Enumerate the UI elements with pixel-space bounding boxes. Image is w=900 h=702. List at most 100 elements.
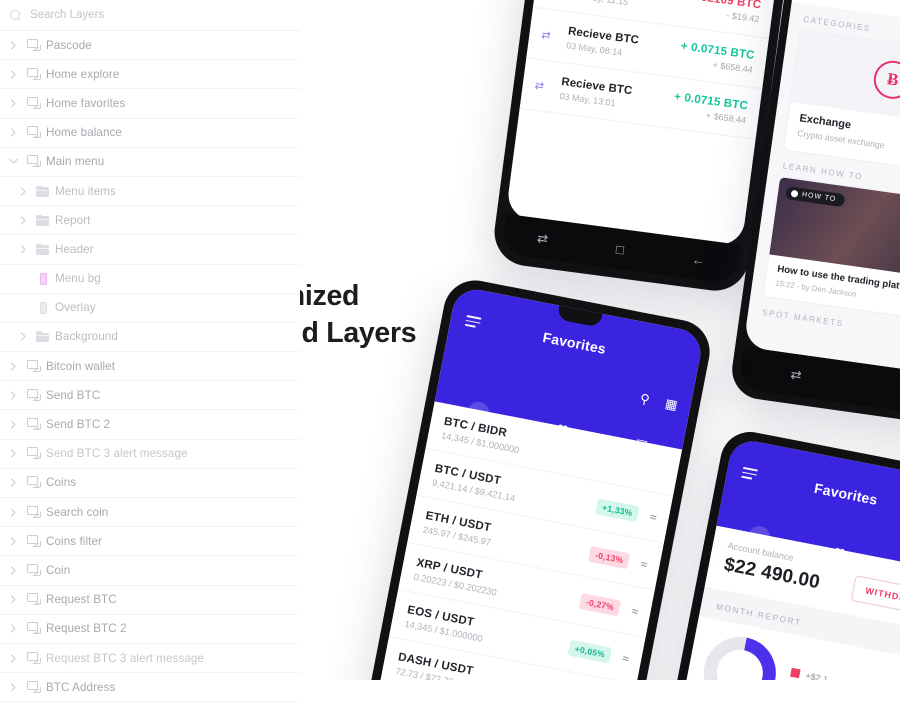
layer-disclosure-toggle[interactable] xyxy=(4,683,22,692)
back-icon[interactable]: ← xyxy=(691,251,706,268)
layer-row[interactable]: Home explore xyxy=(0,60,300,90)
layer-label: Send BTC 3 alert message xyxy=(46,447,188,461)
layer-label: Background xyxy=(55,330,118,344)
layer-disclosure-toggle[interactable] xyxy=(4,128,22,137)
layer-row[interactable]: Coins filter xyxy=(0,527,300,557)
artboard-icon xyxy=(26,593,42,606)
layer-row[interactable]: Home balance xyxy=(0,119,300,148)
chevron-right-icon xyxy=(10,128,16,137)
artboard-icon xyxy=(26,680,42,694)
layer-disclosure-toggle[interactable] xyxy=(4,40,22,50)
transaction-list: ⇄Send BTC11 July, 17:05- 0.043010 BTC- $… xyxy=(519,0,796,140)
layer-disclosure-toggle[interactable] xyxy=(4,566,22,575)
wallet-icon[interactable]: ▣ xyxy=(634,436,649,454)
layer-disclosure-toggle[interactable] xyxy=(4,158,22,165)
layer-row[interactable]: Request BTC 3 alert message xyxy=(0,644,300,674)
transactions-screen: ⇄Send BTC11 July, 17:05- 0.043010 BTC- $… xyxy=(505,0,796,248)
layer-label: BTC Address xyxy=(46,680,116,694)
layer-disclosure-toggle[interactable] xyxy=(14,332,32,342)
sparkline-icon: ≈ xyxy=(621,650,630,666)
layer-row[interactable]: Overlay xyxy=(0,294,300,323)
layer-disclosure-toggle[interactable] xyxy=(4,507,22,517)
layer-disclosure-toggle[interactable] xyxy=(4,70,22,79)
layer-disclosure-toggle[interactable] xyxy=(4,595,22,604)
home-square-icon[interactable]: □ xyxy=(615,241,625,257)
layer-row[interactable]: Request BTC xyxy=(0,586,300,615)
layer-row[interactable]: Main menu xyxy=(0,148,300,177)
layer-row[interactable]: Menu bg xyxy=(0,265,300,294)
chevron-right-icon xyxy=(10,566,16,575)
layer-row[interactable]: Coins xyxy=(0,469,300,498)
chevron-right-icon xyxy=(10,478,16,488)
artboard-icon xyxy=(26,155,42,168)
layer-disclosure-toggle[interactable] xyxy=(14,245,32,254)
transfer-arrows-icon: ⇄ xyxy=(540,28,552,42)
chevron-right-icon xyxy=(10,653,16,663)
layer-label: Menu items xyxy=(55,184,116,198)
layer-disclosure-toggle[interactable] xyxy=(14,186,32,196)
artboard-icon xyxy=(26,622,42,635)
artboard-icon xyxy=(26,447,42,460)
layer-label: Pascode xyxy=(46,38,92,52)
layer-row[interactable]: Search coin xyxy=(0,498,300,528)
change-badge: -0,27% xyxy=(578,592,622,616)
layer-row[interactable]: Menu items xyxy=(0,177,300,207)
layer-label: Menu bg xyxy=(55,272,101,286)
rectangle-shape-icon xyxy=(39,301,47,314)
layer-label: Search coin xyxy=(46,505,109,519)
search-icon xyxy=(10,9,23,22)
search-layers-row[interactable] xyxy=(0,0,300,31)
transfer-arrows-icon: ⇄ xyxy=(534,79,545,93)
report-donut-chart xyxy=(697,630,783,680)
artboard-icon xyxy=(26,96,42,110)
layer-disclosure-toggle[interactable] xyxy=(4,624,22,633)
artboard-icon xyxy=(26,651,42,665)
swap-icon[interactable]: ⇄ xyxy=(536,230,549,247)
layer-row[interactable]: Pascode xyxy=(0,31,300,61)
layer-label: Request BTC xyxy=(46,593,117,607)
layers-panel: Pascode Home explore Home favorites Home ba… xyxy=(0,0,300,702)
layer-row[interactable]: BTC Address xyxy=(0,673,300,702)
compass-icon[interactable]: ➤ xyxy=(465,400,492,426)
layer-disclosure-toggle[interactable] xyxy=(4,537,22,546)
swap-icon[interactable]: ⇄ xyxy=(790,367,803,384)
layer-row[interactable]: Header xyxy=(0,235,300,265)
layer-row[interactable]: Bitcoin wallet xyxy=(0,352,300,382)
artboard-icon xyxy=(26,67,42,81)
layer-row[interactable]: Background xyxy=(0,323,300,353)
layer-row[interactable]: Request BTC 2 xyxy=(0,615,300,644)
chevron-right-icon xyxy=(10,624,16,633)
qr-code-icon[interactable]: ▦ xyxy=(664,396,679,414)
layer-disclosure-toggle[interactable] xyxy=(4,478,22,488)
search-icon[interactable]: ⚲ xyxy=(639,391,651,409)
rectangle-shape-icon xyxy=(39,272,47,285)
layer-disclosure-toggle[interactable] xyxy=(14,216,32,225)
layer-row[interactable]: Coin xyxy=(0,556,300,586)
search-input[interactable] xyxy=(30,9,260,21)
chevron-right-icon xyxy=(10,537,16,546)
artboard-icon xyxy=(26,534,42,548)
change-badge: +1,33% xyxy=(595,497,640,522)
transaction-date: 10 May, 11:15 xyxy=(572,0,676,13)
heart-icon[interactable]: ❤ xyxy=(556,420,570,438)
layer-disclosure-toggle[interactable] xyxy=(4,449,22,458)
layer-disclosure-toggle[interactable] xyxy=(4,391,22,400)
layer-label: Coin xyxy=(46,563,71,577)
layer-row[interactable]: Send BTC 2 xyxy=(0,410,300,440)
legend-swatch-icon xyxy=(790,667,801,679)
layer-row[interactable]: Send BTC 3 alert message xyxy=(0,440,300,469)
layer-disclosure-toggle[interactable] xyxy=(4,653,22,663)
layer-row[interactable]: Home favorites xyxy=(0,89,300,119)
chevron-right-icon xyxy=(20,216,26,225)
layer-row[interactable]: Report xyxy=(0,206,300,236)
badge-dot-icon xyxy=(790,189,799,198)
layer-label: Home explore xyxy=(46,67,120,81)
layer-label: Coins xyxy=(46,476,77,490)
balance-screen: Favorites ➤ ❤ ▣ Account balance $22 490.… xyxy=(660,437,900,680)
layer-disclosure-toggle[interactable] xyxy=(4,362,22,371)
artboard-icon xyxy=(26,476,42,489)
layer-row[interactable]: Send BTC xyxy=(0,381,300,411)
layer-disclosure-toggle[interactable] xyxy=(4,99,22,108)
layer-disclosure-toggle[interactable] xyxy=(4,420,22,429)
sparkline-icon: ≈ xyxy=(648,509,657,525)
